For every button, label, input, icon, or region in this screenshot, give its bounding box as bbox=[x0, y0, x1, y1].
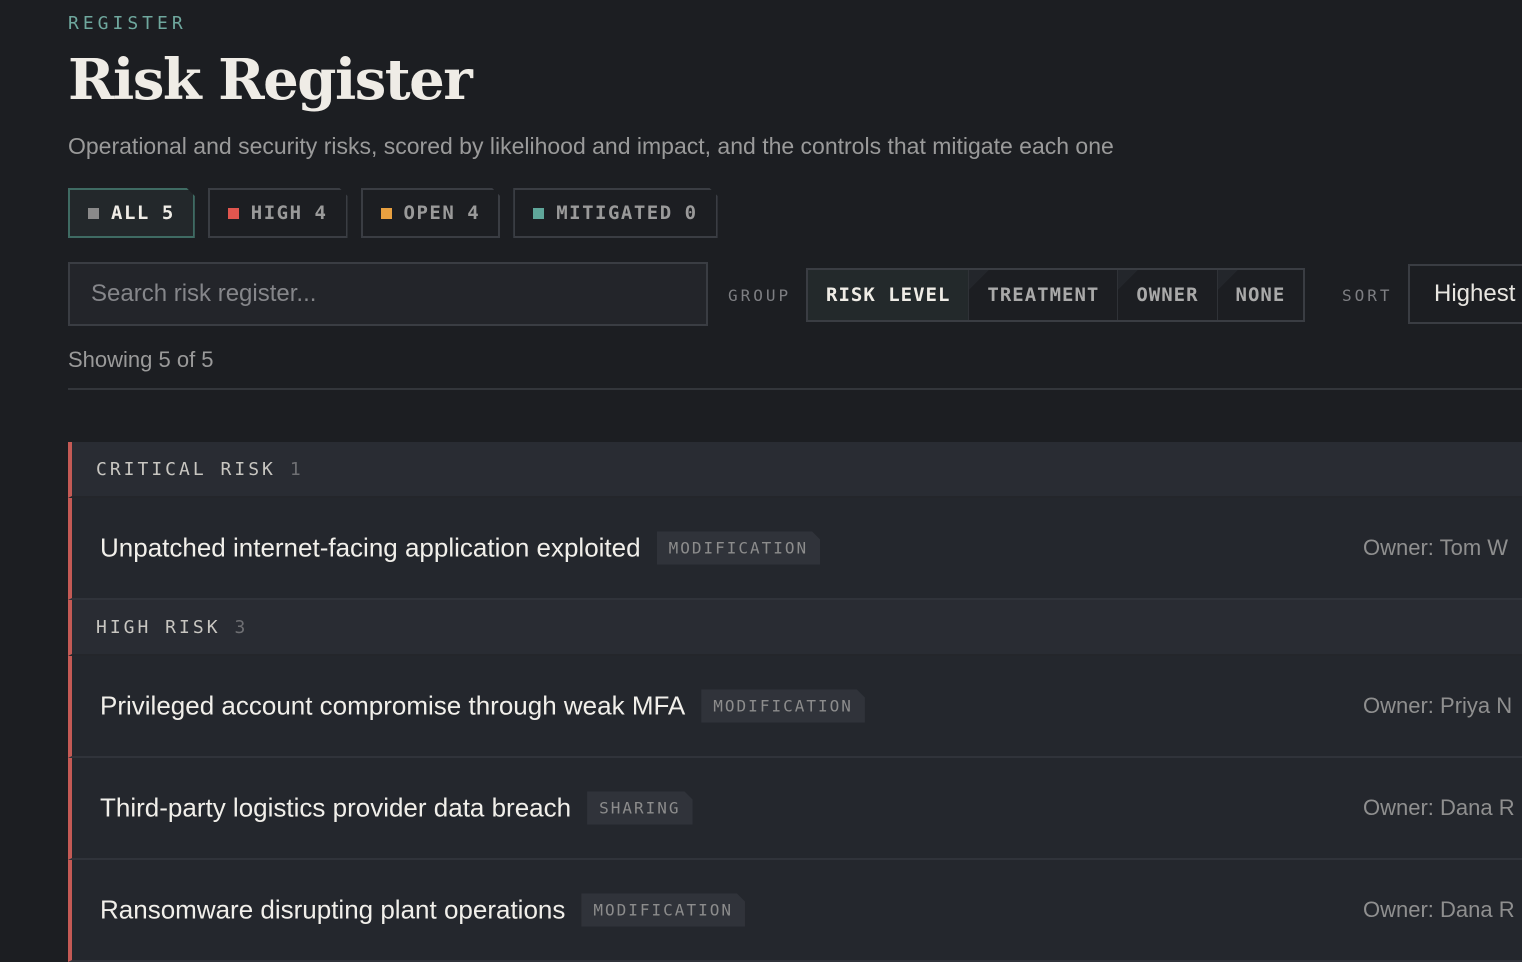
group-header-high: HIGH RISK 3 bbox=[68, 600, 1522, 656]
filter-label: ALL bbox=[111, 202, 150, 224]
risk-row[interactable]: Third-party logistics provider data brea… bbox=[68, 758, 1522, 860]
filter-count: 4 bbox=[467, 202, 481, 224]
risk-title: Third-party logistics provider data brea… bbox=[100, 792, 572, 823]
risk-title: Unpatched internet-facing application ex… bbox=[100, 532, 641, 563]
filter-count: 4 bbox=[314, 202, 328, 224]
filter-mitigated-button[interactable]: MITIGATED 0 bbox=[513, 188, 717, 238]
all-swatch-icon bbox=[88, 208, 99, 219]
risk-title: Ransomware disrupting plant operations bbox=[100, 894, 566, 925]
group-option-owner[interactable]: OWNER bbox=[1118, 270, 1218, 320]
risk-owner: Owner: Priya N bbox=[1363, 693, 1513, 718]
search-input[interactable] bbox=[68, 262, 708, 326]
risk-owner: Owner: Dana R bbox=[1363, 897, 1515, 922]
mitigated-swatch-icon bbox=[533, 208, 544, 219]
risk-list: CRITICAL RISK 1 Unpatched internet-facin… bbox=[68, 442, 1522, 962]
filter-high-button[interactable]: HIGH 4 bbox=[208, 188, 348, 238]
group-by-segmented-control: RISK LEVEL TREATMENT OWNER NONE bbox=[806, 268, 1306, 322]
treatment-badge: MODIFICATION bbox=[657, 532, 821, 565]
result-count: Showing 5 of 5 bbox=[68, 347, 214, 372]
filter-label: HIGH bbox=[250, 202, 303, 224]
high-swatch-icon bbox=[228, 208, 239, 219]
filter-label: MITIGATED bbox=[556, 202, 673, 224]
risk-owner: Owner: Dana R bbox=[1363, 795, 1515, 820]
group-name: HIGH RISK bbox=[96, 616, 221, 638]
group-count: 1 bbox=[289, 458, 304, 480]
filter-count: 5 bbox=[161, 202, 175, 224]
filter-label: OPEN bbox=[403, 202, 456, 224]
divider bbox=[68, 388, 1522, 390]
group-option-risk-level[interactable]: RISK LEVEL bbox=[808, 270, 970, 320]
risk-row[interactable]: Unpatched internet-facing application ex… bbox=[68, 498, 1522, 600]
risk-row[interactable]: Privileged account compromise through we… bbox=[68, 656, 1522, 758]
section-eyebrow: REGISTER bbox=[68, 13, 187, 34]
risk-owner: Owner: Tom W bbox=[1363, 535, 1509, 560]
filter-all-button[interactable]: ALL 5 bbox=[68, 188, 195, 238]
risk-register-page: REGISTER Risk Register Operational and s… bbox=[68, 0, 1522, 962]
group-label: GROUP bbox=[728, 286, 792, 305]
sort-select[interactable]: Highest bbox=[1408, 264, 1522, 324]
page-subtitle: Operational and security risks, scored b… bbox=[68, 133, 1114, 159]
risk-row[interactable]: Ransomware disrupting plant operations M… bbox=[68, 860, 1522, 962]
filter-count: 0 bbox=[684, 202, 698, 224]
group-option-treatment[interactable]: TREATMENT bbox=[969, 270, 1119, 320]
page-title: Risk Register bbox=[68, 47, 473, 113]
risk-title: Privileged account compromise through we… bbox=[100, 690, 686, 721]
open-swatch-icon bbox=[381, 208, 392, 219]
treatment-badge: MODIFICATION bbox=[581, 894, 745, 927]
treatment-badge: MODIFICATION bbox=[701, 690, 865, 723]
filter-open-button[interactable]: OPEN 4 bbox=[361, 188, 501, 238]
group-name: CRITICAL RISK bbox=[96, 458, 276, 480]
treatment-badge: SHARING bbox=[587, 792, 692, 825]
group-count: 3 bbox=[234, 616, 249, 638]
group-option-none[interactable]: NONE bbox=[1217, 270, 1304, 320]
group-header-critical: CRITICAL RISK 1 bbox=[68, 442, 1522, 498]
sort-label: SORT bbox=[1342, 286, 1393, 305]
status-filter-bar: ALL 5 HIGH 4 OPEN 4 MITIGATED 0 bbox=[68, 188, 718, 238]
